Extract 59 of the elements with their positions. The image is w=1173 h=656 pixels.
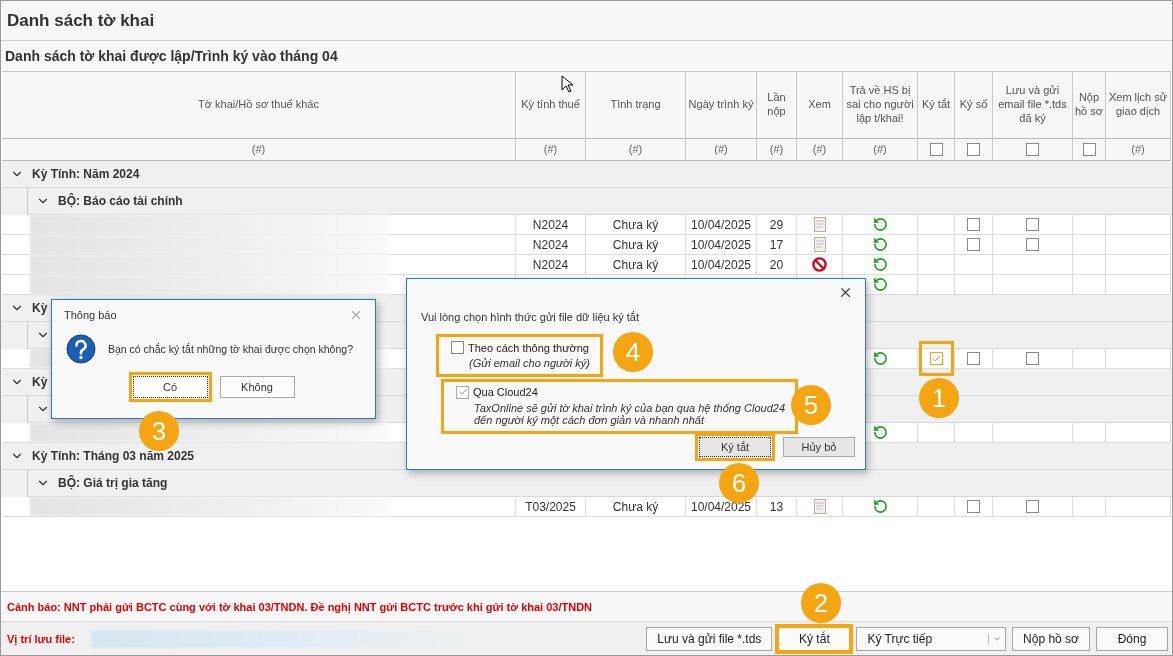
group-label: Kỳ [32,301,48,315]
filter-cell[interactable]: (#) [586,139,686,161]
column-header[interactable]: Kỳ tính thuế [516,71,586,139]
option-label[interactable]: Qua Cloud24 [473,386,538,399]
group-label: Kỳ Tính: Năm 2024 [32,167,140,181]
column-header[interactable]: Ngày trình ký [686,71,757,139]
dialog-title: Thông báo [64,309,117,321]
group-label: BỘ: Giá trị gia tăng [58,476,168,490]
group-label: Kỳ Tính: Tháng 03 năm 2025 [32,449,195,463]
dialog-message: Bạn có chắc ký tắt những tờ khai được chọn không? [108,343,353,355]
period-text: T03/2025 [525,499,576,514]
filter-cell[interactable]: (#) [1106,139,1171,161]
count-text: 17 [769,237,784,252]
filter-cell[interactable]: (#) [516,139,586,161]
filter-cell[interactable]: (#) [686,139,757,161]
filter-cell[interactable]: (#) [843,139,918,161]
filter-cell[interactable]: (#) [757,139,797,161]
group-label: BỘ: Báo cáo tài chính [58,194,183,208]
dialog-button[interactable]: Hủy bỏ [783,436,855,457]
period-text: N2024 [532,217,569,232]
date-text: 10/04/2025 [690,217,752,232]
option-description: (Gửi email cho người ký) [468,357,590,370]
dialog-prompt: Vui lòng chọn hình thức gửi file dữ liệu ký tắt [420,310,640,325]
footer-button[interactable]: Lưu và gửi file *.tds [646,626,773,651]
count-text: 13 [769,499,784,514]
period-text: N2024 [532,237,569,252]
path-label: Vị trí lưu file: [7,632,76,645]
column-header[interactable]: Trả về HS bị sai cho người lập t/khai! [843,71,918,139]
option-description: TaxOnline sẽ gửi tờ khai trình ký của bạn qua hệ thống Cloud24 đến người ký một cách đơn giản và nhanh nhất [473,401,786,427]
date-text: 10/04/2025 [690,257,752,272]
status-text: Chưa ký [612,217,659,232]
window-title: Danh sách tờ khai [1,1,1172,41]
dialog-button[interactable]: Không [219,376,295,398]
step-badge: 2 [801,583,841,623]
option-label[interactable]: Theo cách thông thường [468,341,589,354]
status-text: Chưa ký [612,499,659,514]
column-header[interactable]: Lưu và gửi email file *.tds đã ký [993,71,1073,139]
status-text: Chưa ký [612,257,659,272]
footer-button[interactable]: Ký tắt [778,626,851,651]
filter-cell[interactable]: (#) [2,139,516,161]
group-label: Kỳ [32,375,48,389]
column-header[interactable]: Xem [797,71,843,139]
count-text: 20 [769,257,784,272]
column-header[interactable]: Tờ khai/Hồ sơ thuế khác [2,71,516,139]
count-text: 29 [769,217,784,232]
footer-button[interactable]: Đóng [1096,626,1168,651]
column-header[interactable]: Ký số [955,71,993,139]
column-header[interactable]: Lần nộp [757,71,797,139]
filter-cell[interactable]: (#) [797,139,843,161]
column-header[interactable]: Nộp hồ sơ [1073,71,1106,139]
status-text: Chưa ký [612,237,659,252]
column-header[interactable]: Ký tắt [918,71,955,139]
column-header[interactable]: Xem lịch sử giao dịch [1106,71,1171,139]
list-subtitle: Danh sách tờ khai được lập/Trình ký vào tháng 04 [1,41,1172,71]
date-text: 10/04/2025 [690,237,752,252]
period-text: N2024 [532,257,569,272]
column-header[interactable]: Tình trạng [586,71,686,139]
split-button[interactable]: Ký Trực tiếp [856,626,1007,651]
footer-button[interactable]: Nộp hồ sơ [1012,626,1090,651]
